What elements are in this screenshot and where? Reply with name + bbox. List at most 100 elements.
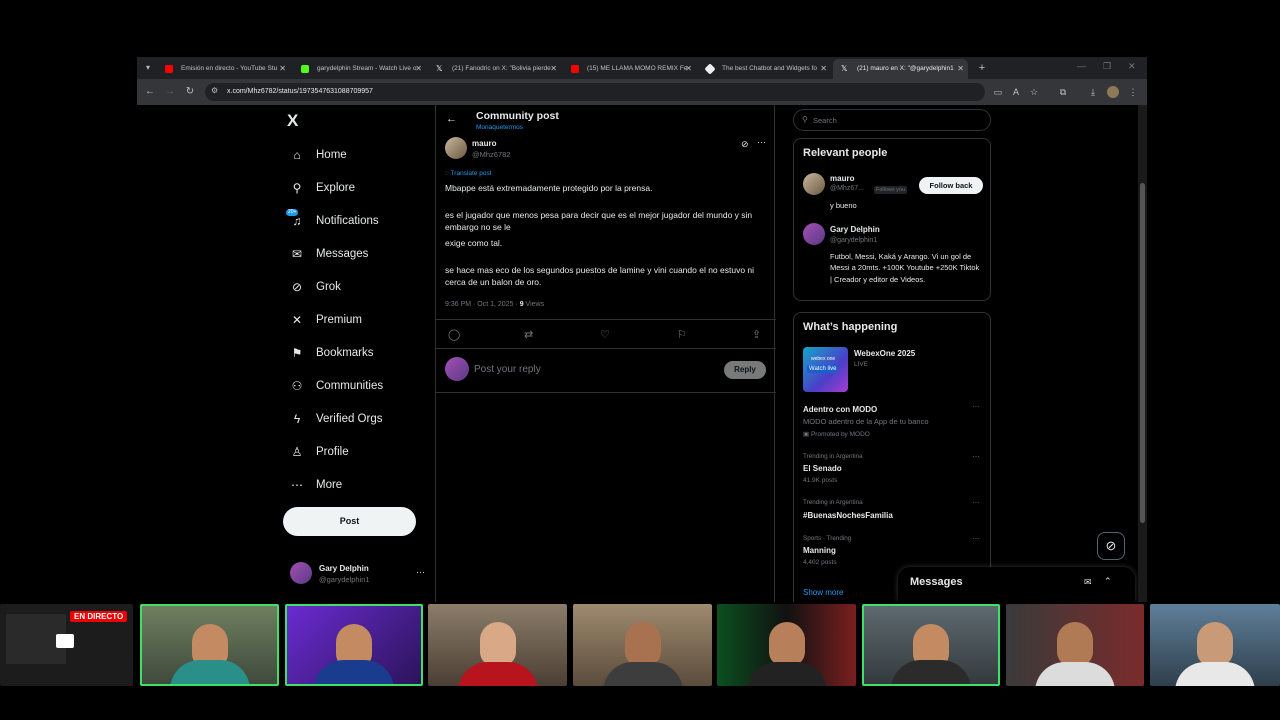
bookmark-icon: ⚑ [291,346,303,360]
close-icon[interactable]: ✕ [820,59,827,79]
profile-avatar[interactable] [1107,86,1119,98]
tab-youtube-studio[interactable]: Emisión en directo - YouTube Stu ✕ [157,59,290,79]
like-icon[interactable]: ♡ [600,328,610,341]
kick-icon [301,65,309,73]
expand-up-icon[interactable]: ⌃ [1104,576,1112,587]
translate-icon[interactable]: A [1010,86,1022,98]
grok-float-button[interactable]: ⊘ [1097,532,1125,560]
close-icon[interactable]: ✕ [279,59,286,79]
avatar[interactable] [803,173,825,195]
trend-name[interactable]: Adentro con MODO [803,405,877,414]
more-icon[interactable]: ··· [972,452,980,461]
download-icon[interactable]: ⤓ [1087,86,1099,98]
event-thumbnail[interactable]: webex one Watch live [803,347,848,392]
promoted-label: ▣ Promoted by MODO [803,431,870,438]
community-name[interactable]: Monaquetermos [476,124,523,131]
chatbot-icon [704,63,716,75]
trend-name[interactable]: El Senado [803,464,842,473]
messages-drawer[interactable]: Messages ✉ ⌃ [898,567,1135,602]
nav-communities[interactable]: ⚇ Communities [290,376,384,396]
close-icon[interactable]: ✕ [550,59,557,79]
person-name[interactable]: Gary Delphin [830,225,880,234]
search-icon: ⚲ [802,115,808,124]
grok-explain-icon[interactable]: ⊘ [741,139,749,150]
author-avatar[interactable] [445,137,467,159]
streamer-face [479,622,516,666]
bookmark-star-icon[interactable]: ☆ [1028,86,1040,98]
follow-back-button[interactable]: Follow back [919,177,983,194]
translate-post-link[interactable]: ◌ Translate post [445,170,492,177]
x-logo-icon[interactable]: X [287,111,298,131]
account-switcher[interactable]: Gary Delphin @garydelphin1 ··· [290,562,425,588]
maximize-icon[interactable]: ❐ [1103,61,1111,72]
forward-icon[interactable]: → [163,85,177,99]
nav-home[interactable]: ⌂ Home [290,145,346,165]
nav-explore[interactable]: ⚲ Explore [290,178,355,198]
nav-profile[interactable]: ♙ Profile [290,442,349,462]
nav-verified-orgs[interactable]: ϟ Verified Orgs [290,409,383,429]
promoted-icon: ▣ [803,431,811,438]
more-icon[interactable]: ··· [972,402,980,411]
new-tab-button[interactable]: + [974,59,990,77]
site-info-icon[interactable]: ⚙ [211,86,218,95]
close-icon[interactable]: ✕ [685,59,692,79]
close-window-icon[interactable]: ✕ [1128,61,1136,72]
author-name[interactable]: mauro [472,139,496,148]
trend-name[interactable]: #BuenasNochesFamilia [803,511,893,520]
tab-kick-stream[interactable]: garydelphin Stream - Watch Live o ✕ [293,59,426,79]
nav-premium[interactable]: ✕ Premium [290,310,362,330]
trend-count: 41.9K posts [803,477,838,484]
event-name[interactable]: WebexOne 2025 [854,349,915,358]
bookmark-icon[interactable]: ⚐ [677,328,687,341]
nav-messages[interactable]: ✉ Messages [290,244,368,264]
tab-chatbot[interactable]: The best Chatbot and Widgets fo ✕ [698,59,831,79]
more-icon[interactable]: ··· [972,534,980,543]
show-more-link[interactable]: Show more [803,588,843,597]
url-text: x.com/Mhz6782/status/1973547631088709957 [227,88,373,95]
nav-grok[interactable]: ⊘ Grok [290,277,341,297]
reply-button[interactable]: Reply [724,361,766,379]
person-name[interactable]: mauro [830,174,854,183]
share-icon[interactable]: ⇪ [752,328,761,341]
tab-search-icon[interactable]: ▾ [141,61,155,75]
extensions-icon[interactable]: ⧉ [1057,86,1069,98]
tab-youtube-momo[interactable]: (15) ME LLAMA MOMO REMIX Fe ✕ [563,59,696,79]
tab-x-fanodric[interactable]: 𝕏 (21) Fanodric on X: "Bolivia pierde ✕ [428,59,561,79]
page-title: Community post [476,110,559,122]
author-handle[interactable]: @Mhz6782 [472,150,510,159]
reply-input[interactable]: Post your reply [474,364,541,375]
new-message-icon[interactable]: ✉ [1084,577,1092,588]
more-options-icon[interactable]: ··· [757,137,766,147]
close-icon[interactable]: ✕ [957,59,964,79]
back-icon[interactable]: ← [143,85,157,99]
post-button[interactable]: Post [283,507,416,536]
scrollbar-thumb[interactable] [1140,183,1145,523]
more-icon[interactable]: ··· [972,498,980,507]
reply-icon[interactable]: ◯ [448,328,460,341]
minimize-icon[interactable]: — [1077,61,1086,71]
avatar[interactable] [803,223,825,245]
back-arrow-icon[interactable]: ← [446,113,457,125]
repost-icon[interactable]: ⇄ [524,328,533,341]
webcam-tile [1006,604,1144,686]
reload-icon[interactable]: ↻ [183,85,197,99]
scrollbar[interactable] [1138,105,1147,602]
menu-icon[interactable]: ⋮ [1127,86,1139,98]
home-icon: ⌂ [293,148,301,162]
close-icon[interactable]: ✕ [415,59,422,79]
post-text-line: es el jugador que menos pesa para decir … [445,210,753,232]
relevant-people-panel: Relevant people mauro @Mhz67... Follows … [793,138,991,301]
tab-x-mauro[interactable]: 𝕏 (21) mauro en X: "@garydelphin1 ✕ [833,59,968,79]
streamer-body [602,662,683,686]
trend-name[interactable]: Manning [803,546,836,555]
nav-bookmarks[interactable]: ⚑ Bookmarks [290,343,374,363]
url-bar[interactable]: ⚙ x.com/Mhz6782/status/19735476310887099… [205,83,985,101]
webcam-tile [428,604,567,686]
post-text-line: exige como tal. [445,238,503,248]
streamer-body [746,662,827,686]
nav-notifications[interactable]: ♫ 20+ Notifications [286,209,379,231]
webcam-tile [862,604,1000,686]
nav-more[interactable]: ⋯ More [290,475,342,495]
cast-icon[interactable]: ▭ [992,86,1004,98]
search-input[interactable]: ⚲ Search [793,109,991,131]
